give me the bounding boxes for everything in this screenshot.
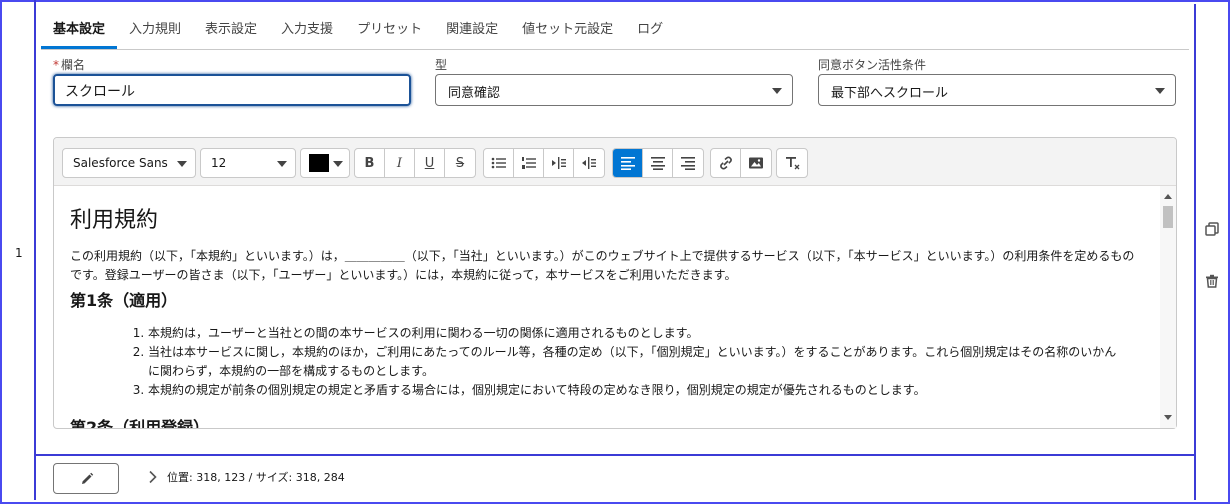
field-type-value: 同意確認 xyxy=(448,86,501,101)
image-icon xyxy=(749,157,763,169)
required-mark: * xyxy=(53,58,59,72)
row-actions xyxy=(1194,4,1228,500)
align-center-icon xyxy=(650,157,665,170)
bullet-list-button[interactable] xyxy=(484,149,514,177)
bullet-list-icon xyxy=(491,157,506,169)
text-color-picker[interactable] xyxy=(300,148,350,178)
font-size-select[interactable]: 12 xyxy=(200,148,296,178)
agree-condition-label: 同意ボタン活性条件 xyxy=(818,58,927,72)
edit-button[interactable] xyxy=(53,463,119,494)
agree-condition-select[interactable]: 最下部へスクロール xyxy=(818,74,1176,106)
document-title: 利用規約 xyxy=(70,208,159,233)
scrollbar-thumb[interactable] xyxy=(1163,206,1173,228)
insert-image-button[interactable] xyxy=(741,149,771,177)
clear-format-group xyxy=(776,148,808,178)
editor-content[interactable]: 利用規約 この利用規約（以下，「本規約」といいます。）は，＿＿＿＿＿（以下，「当… xyxy=(54,186,1158,428)
field-type-select[interactable]: 同意確認 xyxy=(435,74,793,106)
row-number-column: 1 xyxy=(0,0,36,500)
field-name-group: * 欄名 スクロール xyxy=(53,56,411,106)
document-intro: この利用規約（以下，「本規約」といいます。）は，＿＿＿＿＿（以下，「当社」といい… xyxy=(70,249,1135,282)
list-item: 本規約は，ユーザーと当社との間の本サービスの利用に関わる一切の関係に適用されるも… xyxy=(148,324,1122,343)
tab-related-settings[interactable]: 関連設定 xyxy=(434,14,510,49)
pencil-icon xyxy=(82,472,94,484)
indent-button[interactable] xyxy=(544,149,574,177)
color-swatch xyxy=(309,154,329,172)
rich-text-editor: Salesforce Sans 12 B I U S 利用規約 この利用規約（以… xyxy=(53,137,1177,429)
clear-formatting-icon xyxy=(786,157,800,170)
chevron-down-icon xyxy=(277,161,287,167)
underline-button[interactable]: U xyxy=(415,149,445,177)
chevron-down-icon xyxy=(177,161,187,167)
tab-input-rules[interactable]: 入力規則 xyxy=(117,14,193,49)
numbered-list-button[interactable] xyxy=(514,149,544,177)
align-right-button[interactable] xyxy=(673,149,703,177)
field-name-label: * 欄名 xyxy=(53,58,86,72)
outdent-icon xyxy=(582,157,596,169)
scroll-down-arrow-icon[interactable] xyxy=(1164,415,1172,420)
chevron-right-icon[interactable] xyxy=(148,470,158,484)
editor-toolbar: Salesforce Sans 12 B I U S xyxy=(54,138,1176,186)
position-size-readout: 位置: 318, 123 / サイズ: 318, 284 xyxy=(167,471,345,484)
insert-group xyxy=(710,148,772,178)
tab-basic-settings[interactable]: 基本設定 xyxy=(41,14,118,49)
align-left-icon xyxy=(620,157,635,170)
field-type-label: 型 xyxy=(435,58,448,72)
format-group: B I U S xyxy=(354,148,476,178)
outdent-button[interactable] xyxy=(574,149,604,177)
article-1-heading: 第1条（適用） xyxy=(70,291,178,310)
list-group xyxy=(483,148,605,178)
tab-value-source-settings[interactable]: 値セット元設定 xyxy=(510,14,625,49)
tab-input-assist[interactable]: 入力支援 xyxy=(269,14,345,49)
copy-icon[interactable] xyxy=(1205,222,1219,236)
agree-condition-value: 最下部へスクロール xyxy=(831,86,949,101)
chevron-down-icon xyxy=(333,161,343,167)
italic-button[interactable]: I xyxy=(385,149,415,177)
align-group xyxy=(612,148,704,178)
insert-link-button[interactable] xyxy=(711,149,741,177)
field-settings-panel: 基本設定 入力規則 表示設定 入力支援 プリセット 関連設定 値セット元設定 ロ… xyxy=(36,4,1194,456)
editor-scrollbar[interactable] xyxy=(1160,186,1176,428)
align-right-icon xyxy=(681,157,695,170)
field-name-input[interactable]: スクロール xyxy=(53,74,411,106)
strikethrough-button[interactable]: S xyxy=(445,149,475,177)
row-footer: 位置: 318, 123 / サイズ: 318, 284 xyxy=(36,456,1194,500)
article-1-list: 本規約は，ユーザーと当社との間の本サービスの利用に関わる一切の関係に適用されるも… xyxy=(70,324,1142,400)
align-center-button[interactable] xyxy=(643,149,673,177)
trash-icon[interactable] xyxy=(1205,274,1219,288)
indent-icon xyxy=(551,157,566,169)
clear-formatting-button[interactable] xyxy=(777,149,807,177)
agree-condition-group: 同意ボタン活性条件 最下部へスクロール xyxy=(818,56,1176,106)
align-left-button[interactable] xyxy=(613,149,643,177)
list-item: 本規約の規定が前条の個別規定の規定と矛盾する場合には，個別規定において特段の定め… xyxy=(148,381,1122,400)
font-family-select[interactable]: Salesforce Sans xyxy=(62,148,196,178)
scroll-up-arrow-icon[interactable] xyxy=(1164,194,1172,199)
numbered-list-icon xyxy=(521,157,536,169)
field-type-group: 型 同意確認 xyxy=(435,56,793,106)
list-item: 当社は本サービスに関し，本規約のほか，ご利用にあたってのルール等，各種の定め（以… xyxy=(148,343,1122,381)
tab-log[interactable]: ログ xyxy=(625,14,675,49)
bold-button[interactable]: B xyxy=(355,149,385,177)
link-icon xyxy=(719,156,732,170)
tab-display-settings[interactable]: 表示設定 xyxy=(193,14,269,49)
chevron-down-icon xyxy=(772,88,782,94)
settings-tabs: 基本設定 入力規則 表示設定 入力支援 プリセット 関連設定 値セット元設定 ロ… xyxy=(41,14,1189,50)
article-2-heading: 第2条（利用登録） xyxy=(70,418,210,428)
row-number: 1 xyxy=(15,246,23,260)
tab-presets[interactable]: プリセット xyxy=(345,14,434,49)
chevron-down-icon xyxy=(1155,88,1165,94)
